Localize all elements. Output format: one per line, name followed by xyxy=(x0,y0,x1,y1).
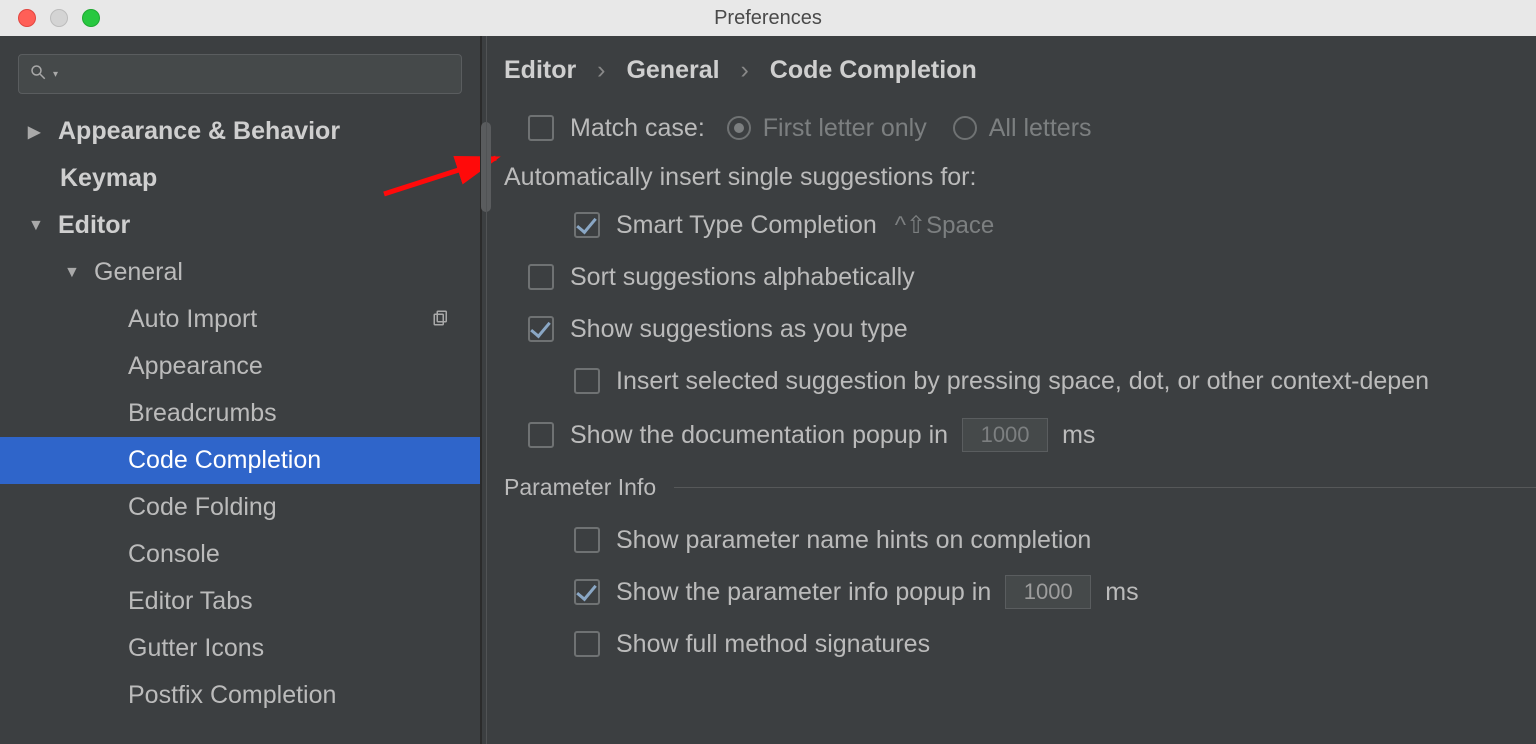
smart-type-checkbox[interactable] xyxy=(574,212,600,238)
tree-item-auto-import[interactable]: Auto Import xyxy=(0,296,480,343)
tree-item-editor[interactable]: ▼ Editor xyxy=(0,202,480,249)
insert-by-space-row: Insert selected suggestion by pressing s… xyxy=(528,364,1536,398)
option-label: Show parameter name hints on completion xyxy=(616,526,1091,555)
section-divider xyxy=(674,487,1536,488)
match-case-checkbox[interactable] xyxy=(528,115,554,141)
option-label: Sort suggestions alphabetically xyxy=(570,263,915,292)
tree-label: General xyxy=(94,258,183,287)
tree-item-code-folding[interactable]: Code Folding xyxy=(0,484,480,531)
chevron-right-icon: › xyxy=(597,56,605,84)
tree-item-appearance-behavior[interactable]: ▶ Appearance & Behavior xyxy=(0,108,480,155)
chevron-right-icon: › xyxy=(741,56,749,84)
auto-insert-header: Automatically insert single suggestions … xyxy=(504,163,1536,192)
insert-by-space-checkbox[interactable] xyxy=(574,368,600,394)
full-sig-row: Show full method signatures xyxy=(528,627,1536,661)
option-label: First letter only xyxy=(763,114,927,143)
tree-item-postfix-completion[interactable]: Postfix Completion xyxy=(0,672,480,719)
tree-label: Code Completion xyxy=(128,446,321,475)
tree-item-gutter-icons[interactable]: Gutter Icons xyxy=(0,625,480,672)
tree-label: Auto Import xyxy=(128,305,257,334)
param-hints-row: Show parameter name hints on completion xyxy=(528,523,1536,557)
window-titlebar: Preferences xyxy=(0,0,1536,36)
panel-splitter[interactable] xyxy=(480,36,504,744)
tree-item-console[interactable]: Console xyxy=(0,531,480,578)
tree-label: Postfix Completion xyxy=(128,681,336,710)
tree-label: Console xyxy=(128,540,220,569)
tree-label: Editor Tabs xyxy=(128,587,253,616)
param-popup-checkbox[interactable] xyxy=(574,579,600,605)
window-title: Preferences xyxy=(0,7,1536,30)
show-as-you-type-row: Show suggestions as you type xyxy=(528,312,1536,346)
chevron-down-icon: ▾ xyxy=(53,69,58,80)
option-label: Insert selected suggestion by pressing s… xyxy=(616,367,1429,396)
sort-alpha-checkbox[interactable] xyxy=(528,264,554,290)
show-as-you-type-checkbox[interactable] xyxy=(528,316,554,342)
tree-label: Keymap xyxy=(60,164,157,193)
sidebar-scrollbar[interactable] xyxy=(481,122,491,212)
tree-label: Gutter Icons xyxy=(128,634,264,663)
tree-label: Appearance & Behavior xyxy=(58,117,340,146)
option-label: Show the parameter info popup in xyxy=(616,578,991,607)
tree-item-general[interactable]: ▼ General xyxy=(0,249,480,296)
tree-item-code-completion[interactable]: Code Completion xyxy=(0,437,480,484)
all-letters-radio[interactable] xyxy=(953,116,977,140)
param-hints-checkbox[interactable] xyxy=(574,527,600,553)
option-label: Match case: xyxy=(570,114,705,143)
unit-label: ms xyxy=(1105,578,1138,607)
settings-panel: Editor › General › Code Completion Match… xyxy=(504,36,1536,744)
breadcrumb-item: Code Completion xyxy=(770,56,977,84)
full-sig-checkbox[interactable] xyxy=(574,631,600,657)
option-label: Show the documentation popup in xyxy=(570,421,948,450)
option-label: Show suggestions as you type xyxy=(570,315,908,344)
tree-item-breadcrumbs[interactable]: Breadcrumbs xyxy=(0,390,480,437)
show-doc-popup-row: Show the documentation popup in ms xyxy=(528,418,1536,452)
tree-item-keymap[interactable]: Keymap xyxy=(0,155,480,202)
search-icon xyxy=(29,63,47,86)
tree-label: Breadcrumbs xyxy=(128,399,277,428)
option-label: All letters xyxy=(989,114,1092,143)
unit-label: ms xyxy=(1062,421,1095,450)
breadcrumb: Editor › General › Code Completion xyxy=(504,56,1536,111)
chevron-down-icon: ▼ xyxy=(28,217,48,235)
breadcrumb-item[interactable]: Editor xyxy=(504,56,576,84)
option-label: Smart Type Completion xyxy=(616,211,877,240)
search-input[interactable]: ▾ xyxy=(18,54,462,94)
tree-item-appearance[interactable]: Appearance xyxy=(0,343,480,390)
match-case-row: Match case: First letter only All letter… xyxy=(528,111,1536,145)
section-title: Parameter Info xyxy=(504,474,656,501)
preferences-sidebar: ▾ ▶ Appearance & Behavior Keymap ▼ Edito… xyxy=(0,36,480,744)
param-popup-delay-input[interactable] xyxy=(1005,575,1091,609)
doc-popup-delay-input[interactable] xyxy=(962,418,1048,452)
parameter-info-section: Parameter Info xyxy=(504,474,1536,501)
first-letter-only-radio[interactable] xyxy=(727,116,751,140)
sort-alpha-row: Sort suggestions alphabetically xyxy=(528,260,1536,294)
chevron-right-icon: ▶ xyxy=(28,122,48,142)
project-scope-icon xyxy=(432,305,450,334)
settings-tree: ▶ Appearance & Behavior Keymap ▼ Editor … xyxy=(0,108,480,719)
tree-label: Editor xyxy=(58,211,130,240)
chevron-down-icon: ▼ xyxy=(64,264,84,282)
keyboard-shortcut: ^⇧Space xyxy=(895,211,994,240)
tree-item-editor-tabs[interactable]: Editor Tabs xyxy=(0,578,480,625)
tree-label: Appearance xyxy=(128,352,263,381)
tree-label: Code Folding xyxy=(128,493,277,522)
show-doc-popup-checkbox[interactable] xyxy=(528,422,554,448)
breadcrumb-item[interactable]: General xyxy=(626,56,719,84)
smart-type-row: Smart Type Completion ^⇧Space xyxy=(528,208,1536,242)
param-popup-row: Show the parameter info popup in ms xyxy=(528,575,1536,609)
option-label: Show full method signatures xyxy=(616,630,930,659)
